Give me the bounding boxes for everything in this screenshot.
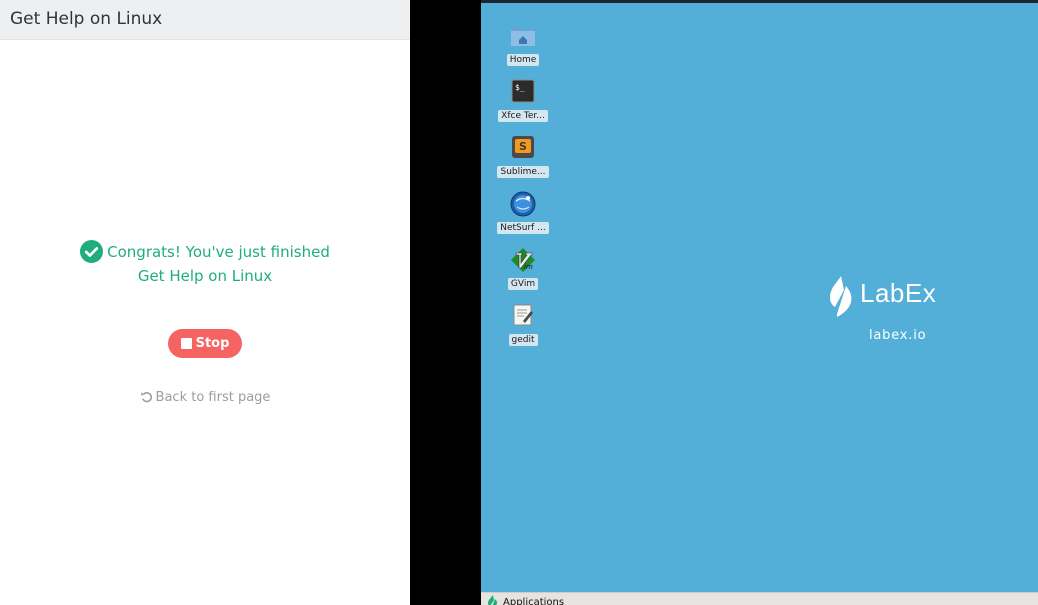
- stop-button-label: Stop: [195, 336, 230, 351]
- applications-menu[interactable]: Applications: [487, 595, 564, 605]
- desktop-icon-gvim[interactable]: im GVim: [493, 247, 553, 294]
- gedit-icon: [510, 303, 536, 329]
- svg-text:im: im: [524, 263, 533, 271]
- brand-url: labex.io: [869, 328, 927, 343]
- svg-text:$_: $_: [515, 83, 525, 92]
- sublime-text-icon: S: [510, 135, 536, 161]
- applications-label: Applications: [503, 597, 565, 605]
- screen: Get Help on Linux Congrats! You've just …: [0, 0, 1038, 605]
- brand-name: LabEx: [860, 278, 937, 308]
- check-circle-icon: [80, 240, 104, 263]
- terminal-icon: $_: [510, 79, 536, 105]
- desktop-icon-terminal[interactable]: $_ Xfce Ter...: [493, 79, 553, 126]
- gvim-icon: im: [510, 247, 536, 273]
- lab-header: Get Help on Linux: [0, 0, 410, 40]
- taskbar: Applications: [481, 592, 1038, 605]
- desktop-icon-label: Sublime...: [497, 166, 549, 178]
- congrats-line-2: Get Help on Linux: [137, 267, 273, 285]
- desktop-icon-label: gedit: [508, 334, 538, 346]
- desktop-icon-sublime[interactable]: S Sublime...: [493, 135, 553, 182]
- back-to-first-page-link[interactable]: Back to first page: [0, 390, 410, 405]
- labex-leaf-icon: [830, 276, 852, 317]
- undo-icon: [140, 392, 152, 403]
- desktop-icon-label: NetSurf ...: [497, 222, 549, 234]
- svg-text:S: S: [519, 140, 527, 153]
- desktop-icon-label: Home: [506, 54, 540, 66]
- page-title: Get Help on Linux: [10, 9, 163, 29]
- stop-button[interactable]: Stop: [168, 329, 242, 358]
- remote-desktop[interactable]: Home $_ Xfce Ter... S Sublime... NetSurf…: [481, 3, 1038, 592]
- labex-logo: LabEx labex.io: [826, 274, 936, 343]
- divider-gap: [410, 0, 481, 605]
- congrats-line-1: Congrats! You've just finished: [107, 243, 330, 261]
- stop-square-icon: [180, 338, 192, 349]
- desktop-icon-home[interactable]: Home: [493, 23, 553, 70]
- labex-leaf-small-icon: [488, 595, 498, 605]
- back-link-label: Back to first page: [155, 390, 271, 405]
- netsurf-browser-icon: [510, 191, 536, 217]
- desktop-icon-label: GVim: [507, 278, 539, 290]
- desktop-icon-label: Xfce Ter...: [498, 110, 548, 122]
- desktop-icon-netsurf[interactable]: NetSurf ...: [493, 191, 553, 238]
- lab-panel: Get Help on Linux Congrats! You've just …: [0, 0, 410, 605]
- home-folder-icon: [510, 23, 536, 49]
- congrats-message: Congrats! You've just finished Get Help …: [0, 240, 410, 288]
- desktop-icon-gedit[interactable]: gedit: [493, 303, 553, 350]
